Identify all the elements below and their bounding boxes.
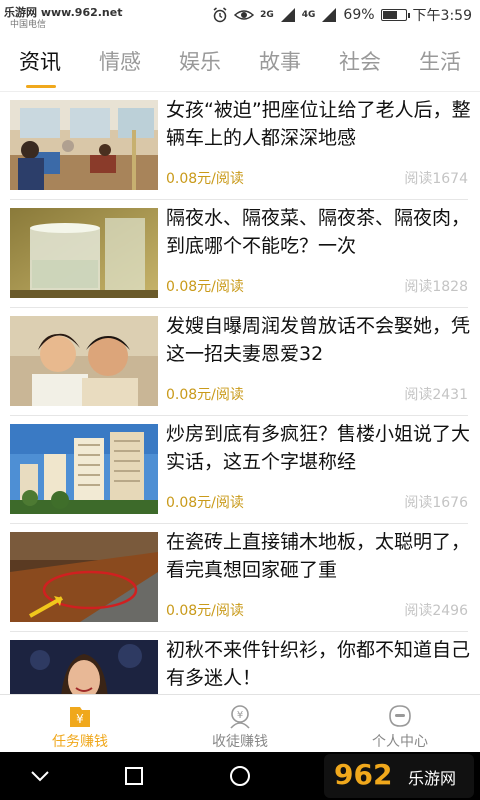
article-read-count: 阅读2431 bbox=[404, 387, 468, 403]
tab-story[interactable]: 故事 bbox=[240, 46, 320, 76]
article-title[interactable]: 发嫂自曝周润发曾放话不会娶她，凭这一招夫妻恩爱32 bbox=[166, 312, 472, 370]
article-item[interactable]: 隔夜水、隔夜菜、隔夜茶、隔夜肉，到底哪个不能吃？一次 0.08元/阅读 阅读18… bbox=[0, 200, 480, 308]
article-item[interactable]: 女孩“被迫”把座位让给了老人后，整辆车上的人都深深地感 0.08元/阅读 阅读1… bbox=[0, 92, 480, 200]
status-indicators: 2G 4G 69% 下午3:59 bbox=[212, 5, 472, 25]
article-price: 0.08元/阅读 bbox=[166, 603, 244, 619]
carrier-label: 中国电信 bbox=[10, 20, 47, 30]
article-price: 0.08元/阅读 bbox=[166, 279, 244, 295]
article-thumbnail bbox=[10, 316, 158, 406]
nav-apprentice-money[interactable]: ¥ 收徒赚钱 bbox=[160, 695, 320, 753]
article-feed: 女孩“被迫”把座位让给了老人后，整辆车上的人都深深地感 0.08元/阅读 阅读1… bbox=[0, 92, 480, 694]
watermark-text: 乐游网 bbox=[408, 769, 456, 788]
bottom-navigation: ¥ 任务赚钱 ¥ 收徒赚钱 个人中心 bbox=[0, 694, 480, 752]
article-item[interactable]: 炒房到底有多疯狂？售楼小姐说了大实话，这五个字堪称经 0.08元/阅读 阅读16… bbox=[0, 416, 480, 524]
system-navigation-bar: 962 乐游网 bbox=[0, 752, 480, 800]
article-title[interactable]: 在瓷砖上直接铺木地板，太聪明了，看完真想回家砸了重 bbox=[166, 528, 472, 586]
article-price: 0.08元/阅读 bbox=[166, 495, 244, 511]
battery-icon bbox=[380, 9, 410, 21]
tab-news[interactable]: 资讯 bbox=[0, 46, 80, 76]
clock: 下午3:59 bbox=[412, 8, 472, 24]
bus-interior-image bbox=[10, 100, 158, 190]
article-read-count: 阅读1676 bbox=[404, 495, 468, 511]
article-thumbnail bbox=[10, 424, 158, 514]
back-icon[interactable] bbox=[28, 764, 52, 788]
article-title[interactable]: 隔夜水、隔夜菜、隔夜茶、隔夜肉，到底哪个不能吃？一次 bbox=[166, 204, 472, 262]
article-read-count: 阅读1828 bbox=[404, 279, 468, 295]
svg-text:¥: ¥ bbox=[76, 712, 84, 726]
article-read-count: 阅读1674 bbox=[404, 171, 468, 187]
nav-task-money[interactable]: ¥ 任务赚钱 bbox=[0, 695, 160, 753]
apartment-towers-image bbox=[10, 424, 158, 514]
category-tabs: 资讯 情感 娱乐 故事 社会 生活 bbox=[0, 30, 480, 92]
tab-emotion[interactable]: 情感 bbox=[80, 46, 160, 76]
task-money-icon: ¥ bbox=[70, 707, 90, 727]
article-price: 0.08元/阅读 bbox=[166, 171, 244, 187]
home-icon[interactable] bbox=[228, 764, 252, 788]
battery-level bbox=[382, 11, 398, 19]
article-thumbnail bbox=[10, 100, 158, 190]
article-thumbnail bbox=[10, 532, 158, 622]
article-thumbnail bbox=[10, 208, 158, 298]
article-item[interactable]: 在瓷砖上直接铺木地板，太聪明了，看完真想回家砸了重 0.08元/阅读 阅读249… bbox=[0, 524, 480, 632]
article-title[interactable]: 炒房到底有多疯狂？售楼小姐说了大实话，这五个字堪称经 bbox=[166, 420, 472, 478]
battery-percent: 69% bbox=[343, 7, 375, 23]
active-tab-indicator bbox=[26, 85, 56, 88]
article-price: 0.08元/阅读 bbox=[166, 387, 244, 403]
signal-icon bbox=[280, 8, 295, 22]
couple-photo-image bbox=[10, 316, 158, 406]
signal-icon-2 bbox=[322, 8, 337, 22]
article-read-count: 阅读2496 bbox=[404, 603, 468, 619]
status-bar: 乐游网 www.962.net 中国电信 2G 4G 69% 下午3:59 bbox=[0, 0, 480, 30]
article-item[interactable]: 发嫂自曝周润发曾放话不会娶她，凭这一招夫妻恩爱32 0.08元/阅读 阅读243… bbox=[0, 308, 480, 416]
network-2g-label: 2G bbox=[260, 9, 274, 20]
article-title[interactable]: 初秋不来件针织衫，你都不知道自己有多迷人！ bbox=[166, 636, 472, 694]
nav-label-profile-center: 个人中心 bbox=[372, 734, 428, 750]
apprentice-money-icon: ¥ bbox=[230, 705, 250, 729]
eye-icon bbox=[234, 10, 255, 20]
nav-label-task-money: 任务赚钱 bbox=[52, 734, 108, 750]
watermark-number: 962 bbox=[334, 758, 392, 791]
svg-text:¥: ¥ bbox=[237, 710, 243, 721]
network-4g-label: 4G bbox=[301, 9, 316, 20]
woman-portrait-image bbox=[10, 640, 158, 694]
article-thumbnail bbox=[10, 640, 158, 694]
nav-profile-center[interactable]: 个人中心 bbox=[320, 695, 480, 753]
wood-floor-on-tile-image bbox=[10, 532, 158, 622]
article-title[interactable]: 女孩“被迫”把座位让给了老人后，整辆车上的人都深深地感 bbox=[166, 96, 472, 154]
glass-of-water-image bbox=[10, 208, 158, 298]
tab-life[interactable]: 生活 bbox=[400, 46, 480, 76]
alarm-icon bbox=[213, 7, 227, 23]
tab-entertainment[interactable]: 娱乐 bbox=[160, 46, 240, 76]
tab-society[interactable]: 社会 bbox=[320, 46, 400, 76]
profile-center-icon bbox=[389, 705, 411, 727]
site-watermark-logo: 962 乐游网 bbox=[324, 754, 474, 798]
recents-icon[interactable] bbox=[122, 764, 146, 788]
nav-label-apprentice-money: 收徒赚钱 bbox=[212, 734, 268, 750]
article-item[interactable]: 初秋不来件针织衫，你都不知道自己有多迷人！ bbox=[0, 632, 480, 694]
